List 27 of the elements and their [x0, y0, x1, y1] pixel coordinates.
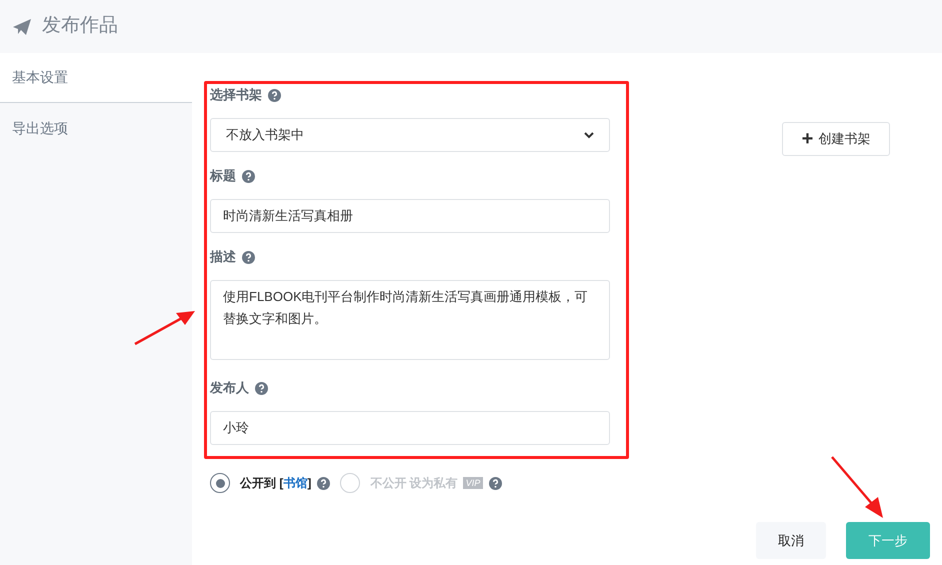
- annotation-arrow: [830, 455, 886, 520]
- field-label: 选择书架: [210, 86, 262, 104]
- library-link[interactable]: 书馆: [283, 476, 308, 490]
- shelf-select[interactable]: 不放入书架中: [210, 118, 610, 152]
- annotation-arrow: [134, 309, 196, 346]
- help-icon[interactable]: [489, 476, 502, 490]
- cancel-button[interactable]: 取消: [756, 522, 826, 559]
- sidebar-item[interactable]: 基本设置: [0, 53, 192, 103]
- publisher-input[interactable]: 小玲: [210, 411, 610, 445]
- help-icon[interactable]: [317, 476, 330, 490]
- description-textarea[interactable]: 使用FLBOOK电刊平台制作时尚清新生活写真画册通用模板，可替换文字和图片。: [210, 280, 610, 360]
- field-label: 发布人: [210, 379, 249, 398]
- page-title: 发布作品: [42, 14, 118, 38]
- radio-label[interactable]: 公开到 [书馆]: [240, 474, 312, 492]
- help-icon[interactable]: [268, 88, 281, 102]
- help-icon[interactable]: [242, 170, 255, 182]
- help-icon[interactable]: [255, 382, 268, 394]
- paper-plane-icon: [13, 18, 31, 34]
- create-shelf-button[interactable]: + 创建书架: [782, 122, 890, 156]
- chevron-down-icon: [584, 132, 594, 138]
- help-icon[interactable]: [242, 250, 255, 264]
- radio-button[interactable]: [210, 473, 230, 493]
- sidebar-item[interactable]: 导出选项: [0, 103, 192, 153]
- vip-badge: VIP: [462, 477, 484, 489]
- field-label: 标题: [210, 167, 236, 186]
- field-label: 描述: [210, 248, 236, 266]
- title-input[interactable]: 时尚清新生活写真相册: [210, 199, 610, 233]
